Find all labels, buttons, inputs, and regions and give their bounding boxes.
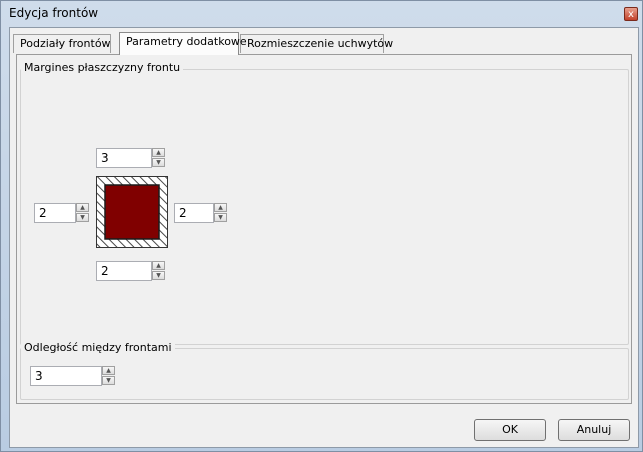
cancel-button[interactable]: Anuluj [558, 419, 630, 441]
spin-down-icon[interactable]: ▼ [76, 213, 89, 222]
tab-label: Rozmieszczenie uchwytów [247, 37, 394, 50]
margin-top-input[interactable]: 3 [96, 148, 152, 168]
spin-up-icon[interactable]: ▲ [152, 261, 165, 270]
tab-label: Podziały frontów [20, 37, 111, 50]
spin-up-icon[interactable]: ▲ [76, 203, 89, 212]
tab-label: Parametry dodatkowe [126, 35, 247, 48]
spin-down-icon[interactable]: ▼ [102, 376, 115, 385]
margin-bottom-input[interactable]: 2 [96, 261, 152, 281]
spacing-group-label: Odległość między frontami [21, 341, 175, 354]
spin-down-icon[interactable]: ▼ [152, 158, 165, 167]
dialog-client-area: Podziały frontów Parametry dodatkowe Roz… [9, 27, 639, 448]
front-preview [96, 176, 168, 248]
dialog-window: Edycja frontów x Podziały frontów Parame… [0, 0, 643, 452]
spacing-input[interactable]: 3 [30, 366, 102, 386]
margin-left-input[interactable]: 2 [34, 203, 76, 223]
margin-top-stepper: 3 ▲ ▼ [96, 148, 168, 168]
tab-podzialy-frontow[interactable]: Podziały frontów [13, 34, 111, 53]
margin-left-stepper: 2 ▲ ▼ [34, 203, 92, 223]
spin-up-icon[interactable]: ▲ [152, 148, 165, 157]
spacing-stepper: 3 ▲ ▼ [30, 366, 118, 386]
spin-down-icon[interactable]: ▼ [152, 271, 165, 280]
margin-right-input[interactable]: 2 [174, 203, 214, 223]
spin-up-icon[interactable]: ▲ [214, 203, 227, 212]
ok-button[interactable]: OK [474, 419, 546, 441]
margins-group-label: Margines płaszczyzny frontu [21, 61, 184, 74]
tab-rozmieszczenie-uchwytow[interactable]: Rozmieszczenie uchwytów [240, 34, 393, 53]
window-title: Edycja frontów [9, 6, 99, 20]
spin-up-icon[interactable]: ▲ [102, 366, 115, 375]
margin-bottom-stepper: 2 ▲ ▼ [96, 261, 168, 281]
margin-right-stepper: 2 ▲ ▼ [174, 203, 230, 223]
spin-down-icon[interactable]: ▼ [214, 213, 227, 222]
tab-parametry-dodatkowe[interactable]: Parametry dodatkowe [119, 32, 247, 55]
tab-panel: Margines płaszczyzny frontu 3 ▲ ▼ 2 ▲ ▼ [16, 54, 632, 404]
close-icon[interactable]: x [624, 7, 638, 21]
front-panel [104, 184, 160, 240]
